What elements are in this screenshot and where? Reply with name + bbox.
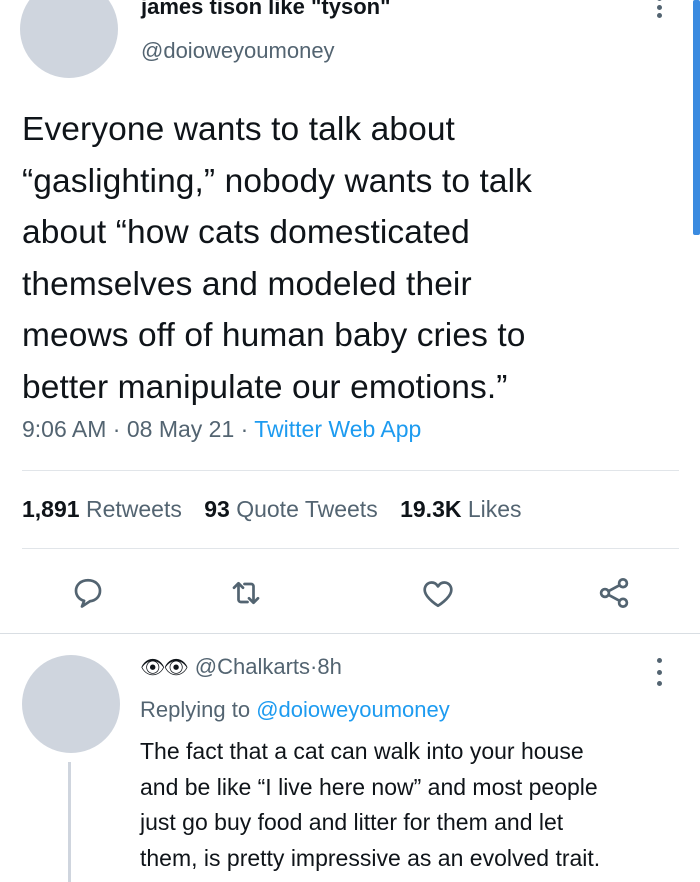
divider: [22, 548, 679, 549]
quotes-label: Quote Tweets: [236, 496, 378, 522]
tweet-time[interactable]: 9:06 AM: [22, 416, 106, 442]
meta-separator: ·: [106, 416, 127, 442]
reply-author-avatar[interactable]: [22, 655, 120, 753]
thread-line: [68, 762, 71, 882]
author-display-name[interactable]: james tison like "tyson": [141, 0, 391, 20]
quotes-count: 93: [204, 496, 230, 522]
meta-separator: ·: [234, 416, 255, 442]
replying-to-mention[interactable]: @doioweyoumoney: [256, 697, 450, 722]
more-options-icon[interactable]: [657, 0, 663, 18]
replying-prefix: Replying to: [140, 697, 257, 722]
retweet-icon: [232, 581, 260, 605]
reply-header: 👁👁 @Chalkarts · 8h: [140, 654, 342, 680]
eyes-emoji: 👁👁: [140, 656, 189, 679]
reply-time[interactable]: 8h: [317, 654, 341, 680]
share-icon: [599, 578, 629, 608]
reply-text: The fact that a cat can walk into your h…: [140, 738, 601, 871]
divider: [0, 633, 700, 634]
retweet-button[interactable]: [228, 575, 264, 611]
likes-count: 19.3K: [400, 496, 462, 522]
reply-button[interactable]: [70, 575, 106, 611]
like-icon: [423, 581, 453, 608]
likes-stat[interactable]: 19.3K Likes: [400, 496, 521, 522]
tweet-source[interactable]: Twitter Web App: [254, 416, 421, 442]
author-avatar[interactable]: [20, 0, 118, 78]
author-handle[interactable]: @doioweyoumoney: [141, 38, 335, 64]
divider: [22, 470, 679, 471]
reply-time-separator: ·: [310, 654, 318, 679]
reply-more-options-icon[interactable]: [657, 658, 663, 686]
tweet-meta: 9:06 AM · 08 May 21 · Twitter Web App: [22, 416, 421, 443]
quote-tweets-stat[interactable]: 93 Quote Tweets: [204, 496, 377, 522]
retweets-count: 1,891: [22, 496, 80, 522]
engagement-stats: 1,891 Retweets 93 Quote Tweets 19.3K Lik…: [22, 496, 538, 523]
replying-to: Replying to @doioweyoumoney: [140, 697, 450, 723]
retweets-stat[interactable]: 1,891 Retweets: [22, 496, 182, 522]
tweet-text: Everyone wants to talk about “gaslightin…: [22, 111, 533, 406]
reply-icon: [74, 578, 102, 608]
share-button[interactable]: [596, 575, 632, 611]
retweets-label: Retweets: [85, 496, 182, 522]
likes-label: Likes: [467, 496, 522, 522]
like-button[interactable]: [420, 575, 456, 611]
scrollbar[interactable]: [693, 0, 700, 235]
reply-handle[interactable]: @Chalkarts: [195, 654, 310, 680]
tweet-date[interactable]: 08 May 21: [127, 416, 234, 442]
